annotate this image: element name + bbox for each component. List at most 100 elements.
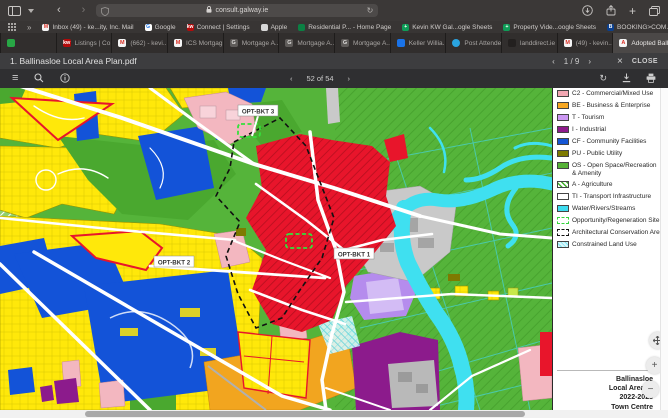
bookmark-item[interactable]: M Inbox (49) - ke...ity, Inc. Mail	[42, 24, 133, 31]
tab-favicon: A	[619, 39, 627, 47]
browser-tab[interactable]: Keller Willia...	[390, 33, 446, 53]
pdf-header: 1. Ballinasloe Local Area Plan.pdf ‹ 1 /…	[0, 53, 668, 69]
horizontal-scrollbar-thumb[interactable]	[85, 411, 525, 417]
bookmark-label: Property Vide...oogle Sheets	[513, 24, 596, 31]
share-icon[interactable]	[606, 5, 616, 16]
browser-tab[interactable]: landdirect.ie	[501, 33, 557, 53]
tab-overview-icon[interactable]	[649, 6, 660, 16]
downloads-icon[interactable]	[582, 5, 593, 16]
legend-item: CF - Community Facilities	[553, 136, 660, 148]
menu-icon[interactable]: ≡	[12, 73, 18, 84]
tab-favicon: M	[174, 39, 182, 47]
bookmark-label: BOOKING>COM... - Calendar	[617, 24, 668, 31]
opt-bkt-1-label: OPT-BKT 1	[338, 252, 371, 259]
tab-label: Post Attende...	[464, 40, 501, 47]
browser-tab[interactable]	[0, 33, 56, 53]
browser-tab[interactable]: kw Listings | Co...	[56, 33, 112, 53]
browser-tab[interactable]: G Mortgage A...	[278, 33, 334, 53]
lock-icon	[206, 6, 212, 15]
page-prev-button[interactable]: ‹	[290, 74, 293, 83]
legend-label: Constrained Land Use	[572, 241, 637, 249]
doc-pager: 1 / 9	[564, 57, 580, 66]
back-button[interactable]: ‹	[57, 5, 61, 16]
bookmark-label: Residential P... - Home Page	[308, 24, 391, 31]
legend-item: I - Industrial	[553, 124, 660, 136]
vertical-scrollbar[interactable]	[660, 88, 668, 410]
tab-favicon: G	[285, 39, 293, 47]
tab-label: Keller Willia...	[409, 40, 446, 47]
legend-label: Opportunity/Regeneration Site	[572, 217, 658, 225]
tab-favicon	[397, 39, 405, 47]
zoning-map[interactable]: OPT-BKT 3 OPT-BKT 2 OPT-BKT 1	[0, 88, 552, 410]
legend-swatch	[557, 181, 569, 188]
bookmark-item[interactable]: + Property Vide...oogle Sheets	[503, 24, 596, 31]
tab-bar: kw Listings | Co... M (662) - kevi... M …	[0, 33, 668, 53]
legend-item: TI - Transport Infrastructure	[553, 191, 660, 203]
legend-swatch	[557, 205, 569, 212]
browser-tab[interactable]: M (662) - kevi...	[111, 33, 167, 53]
opt-bkt-3-label: OPT-BKT 3	[242, 109, 275, 116]
pdf-doc-title: 1. Ballinasloe Local Area Plan.pdf	[10, 56, 137, 66]
browser-tab[interactable]: G Mortgage A...	[223, 33, 279, 53]
legend-item: Opportunity/Regeneration Site	[553, 215, 660, 227]
browser-tab[interactable]: M ICS Mortgag...	[167, 33, 223, 53]
rotate-icon[interactable]: ↻	[599, 73, 607, 84]
new-tab-button[interactable]: +	[629, 5, 636, 17]
bookmark-favicon	[298, 24, 305, 31]
doc-next-button[interactable]: ›	[588, 57, 591, 66]
legend-label: OS - Open Space/Recreation & Amenity	[572, 162, 658, 178]
info-icon[interactable]	[60, 70, 70, 88]
tab-favicon	[508, 39, 516, 47]
reload-icon[interactable]: ↻	[367, 6, 374, 15]
bookmark-item[interactable]: Residential P... - Home Page	[298, 24, 391, 31]
horizontal-scrollbar[interactable]	[0, 410, 668, 418]
tab-favicon	[7, 39, 15, 47]
zoom-out-button[interactable]: −	[642, 381, 659, 398]
legend-label: C2 - Commercial/Mixed Use	[572, 90, 653, 98]
bookmark-favicon: kw	[187, 24, 194, 31]
address-bar[interactable]: consult.galway.ie ↻	[96, 4, 378, 17]
legend-swatch	[557, 229, 569, 236]
legend-swatch	[557, 217, 569, 224]
bookmark-item[interactable]: kw Connect | Settings	[187, 24, 250, 31]
pdf-toolbar: ≡ ‹ 52 of 54 › ↻	[0, 69, 668, 88]
browser-tab[interactable]: Post Attende...	[445, 33, 501, 53]
legend-swatch	[557, 102, 569, 109]
legend-swatch	[557, 90, 569, 97]
legend-item: PU - Public Utility	[553, 148, 660, 160]
bookmark-grid-icon[interactable]	[8, 23, 16, 31]
chevron-down-icon[interactable]	[28, 9, 34, 13]
legend-label: TI - Transport Infrastructure	[572, 193, 651, 201]
download-icon[interactable]	[622, 70, 631, 88]
browser-tab[interactable]: G Mortgage A...	[334, 33, 390, 53]
bookmark-label: Apple	[271, 24, 288, 31]
browser-window: ‹ › consult.galway.ie ↻ +	[0, 0, 668, 418]
page-indicator: 52 of 54	[306, 74, 333, 83]
tab-favicon: M	[564, 39, 572, 47]
bookmarks-overflow-chevron[interactable]: »	[27, 23, 31, 32]
legend-label: A - Agriculture	[572, 181, 612, 189]
search-icon[interactable]	[34, 70, 44, 88]
close-x-icon[interactable]: ×	[617, 56, 623, 67]
doc-prev-button[interactable]: ‹	[552, 57, 555, 66]
bookmark-favicon: G	[145, 24, 152, 31]
forward-button[interactable]: ›	[82, 5, 86, 16]
print-icon[interactable]	[646, 70, 656, 88]
sidebar-icon[interactable]	[8, 6, 21, 16]
privacy-shield-icon[interactable]	[101, 7, 109, 18]
bookmark-item[interactable]: + Kevin KW Gal...ogle Sheets	[402, 24, 492, 31]
legend-label: Water/Rivers/Streams	[572, 205, 635, 213]
page-next-button[interactable]: ›	[348, 74, 351, 83]
browser-tab[interactable]: A Adopted Ball...	[612, 33, 668, 53]
pdf-page: OPT-BKT 3 OPT-BKT 2 OPT-BKT 1 C2 - Comme…	[0, 88, 668, 410]
bookmark-favicon: B	[607, 24, 614, 31]
browser-tab[interactable]: M (49) - kevin...	[557, 33, 613, 53]
bookmark-item[interactable]: Apple	[261, 24, 288, 31]
legend-label: T - Tourism	[572, 114, 604, 122]
bookmark-item[interactable]: G Google	[145, 24, 176, 31]
tab-label: Adopted Ball...	[631, 40, 668, 47]
map-legend: C2 - Commercial/Mixed Use BE - Business …	[552, 88, 660, 410]
legend-item: BE - Business & Enterprise	[553, 100, 660, 112]
close-button[interactable]: CLOSE	[632, 58, 658, 65]
bookmark-item[interactable]: B BOOKING>COM... - Calendar	[607, 24, 668, 31]
